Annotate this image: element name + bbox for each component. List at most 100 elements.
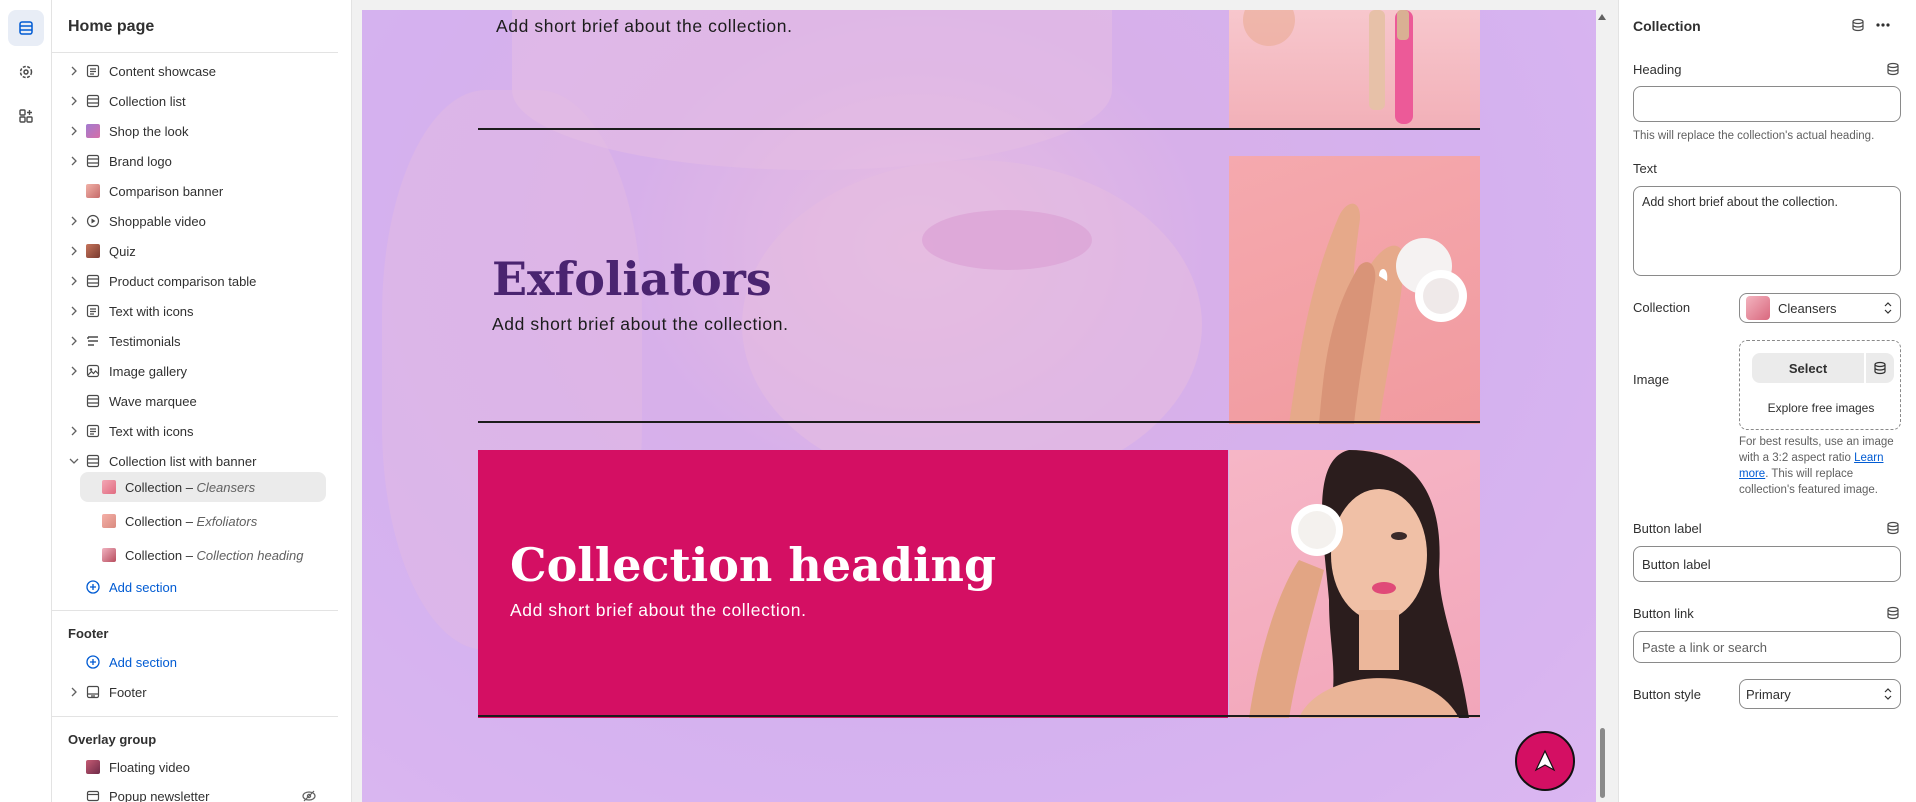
sidebar-item-wave-marquee[interactable]: Wave marquee bbox=[52, 386, 338, 416]
theme-preview: Add short brief about the collection. Ex… bbox=[362, 10, 1596, 802]
button-link-label: Button link bbox=[1633, 606, 1694, 621]
footer-group-title: Footer bbox=[68, 626, 109, 641]
floating-action-button[interactable] bbox=[1515, 731, 1575, 791]
sidebar-item-brand-logo[interactable]: Brand logo bbox=[52, 146, 338, 176]
chevron-right-icon[interactable] bbox=[68, 425, 80, 437]
arrow-up-icon bbox=[1534, 749, 1556, 772]
card-image bbox=[1229, 10, 1480, 129]
gallery-icon bbox=[86, 364, 100, 378]
preview-scroll-thumb[interactable] bbox=[1600, 728, 1605, 798]
sidebar-item-label: Testimonials bbox=[109, 334, 181, 349]
chevron-right-icon[interactable] bbox=[68, 215, 80, 227]
block-name: Exfoliators bbox=[196, 514, 258, 529]
dynamic-source-icon[interactable] bbox=[1886, 62, 1900, 76]
chevron-right-icon[interactable] bbox=[68, 686, 80, 698]
image-thumb-icon bbox=[86, 760, 100, 774]
layout-section-icon bbox=[86, 394, 100, 408]
button-label-input[interactable]: Button label bbox=[1633, 546, 1901, 582]
layout-section-icon bbox=[86, 154, 100, 168]
chevron-right-icon[interactable] bbox=[68, 275, 80, 287]
sidebar-item-testimonials[interactable]: Testimonials bbox=[52, 326, 338, 356]
sidebar-item-popup-newsletter[interactable]: Popup newsletter bbox=[52, 781, 338, 802]
dynamic-source-icon[interactable] bbox=[1886, 606, 1900, 620]
footer-add-section-button[interactable]: Add section bbox=[52, 647, 338, 677]
chevron-down-icon[interactable] bbox=[68, 455, 80, 467]
sidebar-item-label: Collection list bbox=[109, 94, 186, 109]
chevron-right-icon[interactable] bbox=[68, 155, 80, 167]
sidebar-item-shop-the-look[interactable]: Shop the look bbox=[52, 116, 338, 146]
explore-free-images-link[interactable]: Explore free images bbox=[1740, 401, 1902, 415]
gear-icon[interactable] bbox=[8, 54, 44, 90]
sidebar-item-collection-list[interactable]: Collection list bbox=[52, 86, 338, 116]
sidebar-item-text-with-icons[interactable]: Text with icons bbox=[52, 416, 338, 446]
image-source-button[interactable] bbox=[1866, 353, 1894, 383]
text-textarea[interactable]: Add short brief about the collection. bbox=[1633, 186, 1901, 276]
block-collection-exfoliators[interactable]: Collection – Exfoliators bbox=[52, 506, 338, 536]
chevron-right-icon[interactable] bbox=[68, 125, 80, 137]
apps-icon[interactable] bbox=[8, 98, 44, 134]
list-section-icon bbox=[87, 336, 98, 346]
image-thumb-icon bbox=[86, 184, 100, 198]
sidebar-item-label: Comparison banner bbox=[109, 184, 224, 199]
settings-panel: Collection Heading This will replace the… bbox=[1618, 0, 1916, 802]
sidebar-item-shoppable-video[interactable]: Shoppable video bbox=[52, 206, 338, 236]
select-arrows-icon bbox=[1884, 302, 1892, 314]
sections-sidebar: Home page Content showcase Collection lis… bbox=[52, 0, 352, 802]
text-section-icon bbox=[86, 64, 100, 78]
eye-hidden-icon[interactable] bbox=[302, 790, 316, 802]
dynamic-source-icon[interactable] bbox=[1851, 18, 1865, 32]
heading-input[interactable] bbox=[1633, 86, 1901, 122]
card-image bbox=[1229, 156, 1480, 424]
image-thumb-icon bbox=[102, 548, 116, 562]
image-picker[interactable]: Select Explore free images bbox=[1739, 340, 1901, 430]
collection-picker[interactable]: Cleansers bbox=[1739, 293, 1901, 323]
button-style-select[interactable]: Primary bbox=[1739, 679, 1901, 709]
block-collection-cleansers[interactable]: Collection – Cleansers bbox=[80, 472, 326, 502]
sidebar-item-label: Shoppable video bbox=[109, 214, 206, 229]
preview-scrollbar[interactable] bbox=[1597, 10, 1607, 802]
block-collection-heading[interactable]: Collection – Collection heading bbox=[52, 540, 338, 570]
sidebar-item-label: Brand logo bbox=[109, 154, 172, 169]
woman-cotton-pad-image bbox=[1249, 450, 1469, 718]
image-thumb-icon bbox=[1746, 296, 1770, 320]
chevron-right-icon[interactable] bbox=[68, 65, 80, 77]
sidebar-item-label: Image gallery bbox=[109, 364, 188, 379]
text-section-icon bbox=[86, 304, 100, 318]
page-title: Home page bbox=[68, 18, 155, 35]
collection-card-exfoliators[interactable]: Exfoliators Add short brief about the co… bbox=[478, 156, 1480, 434]
sidebar-item-product-comparison-table[interactable]: Product comparison table bbox=[52, 266, 338, 296]
card-text: Add short brief about the collection. bbox=[492, 314, 789, 334]
layout-section-icon bbox=[86, 274, 100, 288]
popup-icon bbox=[86, 790, 100, 802]
sidebar-item-content-showcase[interactable]: Content showcase bbox=[52, 56, 338, 86]
sidebar-item-label: Content showcase bbox=[109, 64, 216, 79]
chevron-right-icon[interactable] bbox=[68, 365, 80, 377]
add-section-button[interactable]: Add section bbox=[52, 572, 338, 602]
chevron-right-icon[interactable] bbox=[68, 95, 80, 107]
collection-card-cleansers[interactable]: Add short brief about the collection. bbox=[478, 10, 1480, 132]
sidebar-item-comparison-banner[interactable]: Comparison banner bbox=[52, 176, 338, 206]
hands-cream-image bbox=[1289, 203, 1467, 424]
sidebar-item-quiz[interactable]: Quiz bbox=[52, 236, 338, 266]
dynamic-source-icon bbox=[1874, 361, 1886, 375]
sidebar-item-floating-video[interactable]: Floating video bbox=[52, 752, 338, 782]
sidebar-item-footer[interactable]: Footer bbox=[52, 677, 338, 707]
image-help-text: For best results, use an image with a 3:… bbox=[1739, 434, 1904, 498]
chevron-right-icon[interactable] bbox=[68, 245, 80, 257]
chevron-right-icon[interactable] bbox=[68, 335, 80, 347]
scroll-up-icon[interactable] bbox=[1598, 14, 1606, 20]
divider bbox=[52, 52, 338, 53]
sidebar-item-text-with-icons[interactable]: Text with icons bbox=[52, 296, 338, 326]
chevron-right-icon[interactable] bbox=[68, 305, 80, 317]
sidebar-item-image-gallery[interactable]: Image gallery bbox=[52, 356, 338, 386]
sections-icon[interactable] bbox=[8, 10, 44, 46]
dynamic-source-icon[interactable] bbox=[1886, 521, 1900, 535]
text-label: Text bbox=[1633, 161, 1657, 176]
collection-card-heading[interactable]: Collection heading Add short brief about… bbox=[478, 450, 1480, 728]
sidebar-item-label: Collection list with banner bbox=[109, 454, 257, 469]
button-link-input[interactable]: Paste a link or search bbox=[1633, 631, 1901, 663]
footer-layout-icon bbox=[86, 685, 100, 699]
select-image-button[interactable]: Select bbox=[1752, 353, 1864, 383]
layout-section-icon bbox=[86, 94, 100, 108]
more-options-icon[interactable] bbox=[1875, 19, 1891, 31]
